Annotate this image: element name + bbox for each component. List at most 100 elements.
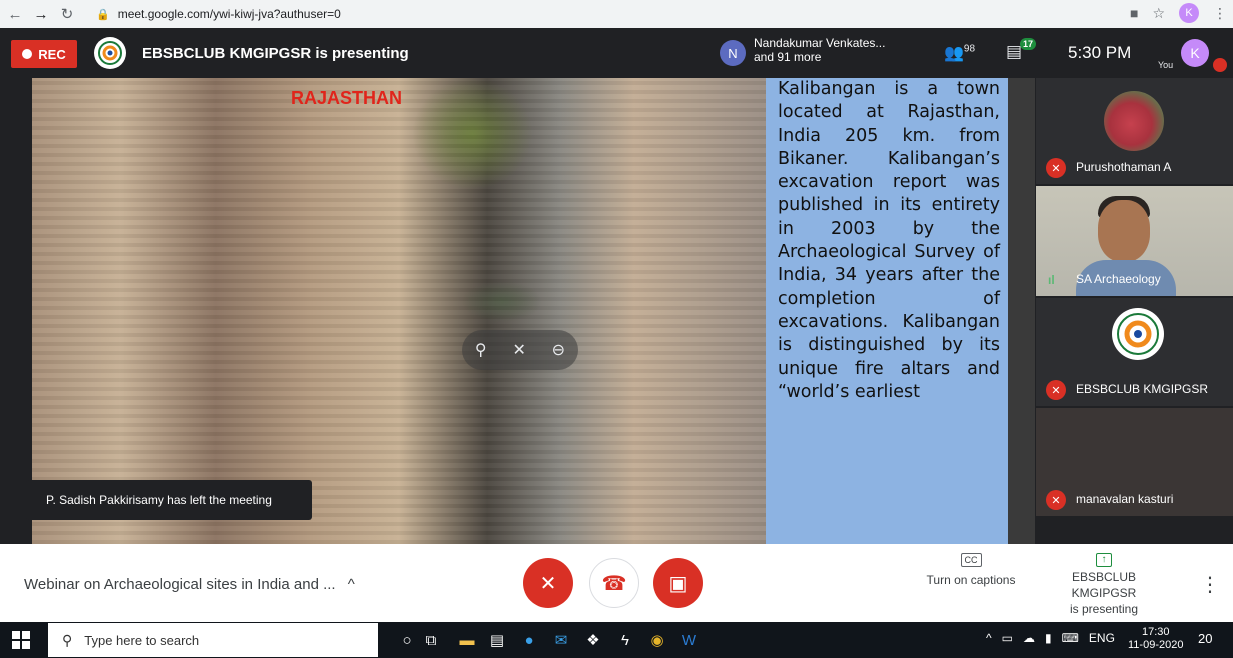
mic-off-icon: ✕ — [539, 572, 557, 595]
mic-off-icon: ✕ — [1046, 490, 1066, 510]
taskbar-date: 11-09-2020 — [1128, 639, 1184, 651]
meet-bottom-bar: Webinar on Archaeological sites in India… — [0, 544, 1233, 622]
present-icon: ↑ — [1096, 553, 1112, 567]
network-icon[interactable]: ▭ — [1002, 631, 1013, 645]
camera-in-use-icon[interactable]: ■ — [1130, 5, 1138, 21]
taskbar-clock[interactable]: 17:30 11-09-2020 — [1128, 626, 1183, 652]
edge-icon[interactable]: ● — [518, 630, 540, 650]
club-emblem-icon — [98, 41, 122, 65]
meet-top-bar: REC EBSBCLUB KMGIPGSR is presenting N Na… — [0, 28, 1233, 78]
presentation-stage: RAJASTHAN Kalibangan is a town located a… — [32, 78, 1035, 544]
mic-off-icon: ✕ — [1046, 158, 1066, 178]
reload-icon[interactable]: ↻ — [56, 3, 78, 25]
camera-toggle-button[interactable]: ▣ — [653, 558, 703, 608]
captions-label: Turn on captions — [926, 573, 1016, 587]
mic-off-icon: ✕ — [1046, 380, 1066, 400]
onedrive-icon[interactable]: ☁ — [1023, 631, 1035, 645]
photo-caption: RAJASTHAN — [291, 88, 403, 108]
excavation-photo — [32, 78, 766, 544]
windows-start-icon[interactable] — [12, 631, 30, 649]
chrome-icon[interactable]: ◉ — [646, 630, 668, 650]
app-icon[interactable]: ϟ — [614, 630, 636, 650]
record-dot-icon — [22, 49, 33, 59]
camera-off-icon: ▣ — [668, 572, 688, 595]
search-icon: ⚲ — [62, 631, 73, 648]
chat-badge: 17 — [1020, 38, 1037, 50]
file-explorer-icon[interactable]: ▬ — [456, 630, 478, 650]
system-tray: ^ ▭ ☁ ▮ ⌨ ENG — [986, 631, 1115, 645]
presentation-hover-controls: ⚲ ✕ ⊖ — [462, 330, 578, 370]
notification-count: 20 — [1198, 631, 1213, 646]
taskbar-search[interactable]: ⚲ Type here to search — [48, 623, 378, 657]
mute-presentation-icon[interactable]: ✕ — [512, 340, 525, 360]
self-label: You — [1158, 60, 1174, 70]
participants-summary-line2: and 91 more — [754, 50, 822, 64]
self-avatar[interactable]: K — [1181, 39, 1209, 67]
participant-video-face — [1098, 200, 1150, 262]
meeting-details-button[interactable]: Webinar on Archaeological sites in India… — [24, 576, 355, 593]
chevron-up-icon[interactable]: ^ — [986, 631, 992, 645]
notification-toast: P. Sadish Pakkirisamy has left the meeti… — [26, 480, 312, 520]
people-button[interactable]: 👥98 — [944, 43, 975, 63]
remove-icon[interactable]: ⊖ — [552, 340, 565, 360]
participant-name: Purushothaman A — [1076, 160, 1172, 174]
recording-label: REC — [38, 46, 66, 62]
task-view-icon[interactable]: ⧉ — [420, 630, 442, 650]
participant-avatar-image — [1104, 91, 1164, 151]
browser-profile-avatar[interactable]: K — [1179, 3, 1199, 23]
captions-button[interactable]: CC Turn on captions — [916, 552, 1026, 587]
mail-icon[interactable]: ✉ — [550, 630, 572, 650]
slide-paragraph: Kalibangan is a town located at Rajastha… — [778, 79, 1000, 402]
presenting-line1: EBSBCLUB KMGIPGSR — [1071, 570, 1137, 600]
people-icon: 👥 — [944, 45, 964, 62]
presenting-line2: is presenting — [1069, 602, 1139, 616]
chat-button[interactable]: ▤ 17 — [1006, 38, 1037, 62]
club-emblem-icon — [1117, 313, 1159, 355]
phone-hangup-icon: ☎ — [601, 572, 627, 595]
browser-chrome: ← → ↻ 🔒 meet.google.com/ywi-kiwj-jva?aut… — [0, 0, 1233, 28]
present-now-button[interactable]: ↑ EBSBCLUB KMGIPGSR is presenting — [1043, 550, 1165, 617]
participant-name: EBSBCLUB KMGIPGSR — [1076, 382, 1209, 396]
language-indicator[interactable]: ENG — [1089, 631, 1115, 645]
cortana-icon[interactable]: ○ — [396, 630, 418, 650]
word-icon[interactable]: W — [678, 630, 700, 650]
dropbox-icon[interactable]: ❖ — [582, 630, 604, 650]
people-count: 98 — [963, 43, 976, 55]
address-bar[interactable]: 🔒 meet.google.com/ywi-kiwj-jva?authuser=… — [96, 3, 1056, 25]
participant-name: SA Archaeology — [1076, 272, 1161, 286]
participant-tile[interactable]: ✕ EBSBCLUB KMGIPGSR — [1036, 298, 1233, 406]
battery-icon[interactable]: ▮ — [1045, 631, 1052, 645]
chevron-up-icon: ^ — [347, 576, 355, 593]
participant-avatar[interactable]: N — [720, 40, 746, 66]
leave-call-button[interactable]: ☎ — [589, 558, 639, 608]
mic-off-icon — [1213, 58, 1227, 72]
more-options-icon[interactable]: ⋮ — [1200, 572, 1220, 597]
captions-icon: CC — [960, 553, 982, 567]
meeting-title: Webinar on Archaeological sites in India… — [24, 576, 336, 593]
pin-icon[interactable]: ⚲ — [475, 340, 487, 360]
participants-summary[interactable]: Nandakumar Venkates... and 91 more — [754, 36, 934, 64]
back-icon[interactable]: ← — [4, 3, 26, 25]
presenter-logo — [94, 37, 126, 69]
participants-summary-line1: Nandakumar Venkates... — [754, 36, 886, 50]
presenting-title: EBSBCLUB KMGIPGSR is presenting — [142, 45, 409, 62]
store-icon[interactable]: ▤ — [486, 630, 508, 650]
forward-icon[interactable]: → — [30, 3, 52, 25]
lock-icon: 🔒 — [96, 8, 110, 21]
bookmark-star-icon[interactable]: ☆ — [1152, 5, 1165, 22]
browser-menu-icon[interactable]: ⋮ — [1213, 5, 1227, 22]
recording-badge[interactable]: REC — [11, 40, 77, 68]
url-text: meet.google.com/ywi-kiwj-jva?authuser=0 — [117, 7, 341, 21]
participant-tile[interactable]: ✕ Purushothaman A — [1036, 78, 1233, 184]
taskbar-time: 17:30 — [1141, 626, 1170, 638]
participant-tile[interactable]: ✕ manavalan kasturi — [1036, 408, 1233, 516]
windows-taskbar: ⚲ Type here to search ○ ⧉ ▬ ▤ ● ✉ ❖ ϟ ◉ … — [0, 622, 1233, 658]
participant-tile[interactable]: ıl SA Archaeology — [1036, 186, 1233, 296]
speaking-indicator-icon: ıl — [1048, 273, 1055, 287]
meeting-clock: 5:30 PM — [1068, 43, 1132, 62]
search-placeholder: Type here to search — [84, 632, 200, 648]
microphone-toggle-button[interactable]: ✕ — [523, 558, 573, 608]
notification-center-icon[interactable]: 20 — [1198, 631, 1212, 646]
keyboard-icon[interactable]: ⌨ — [1062, 631, 1079, 645]
slide-text-panel: Kalibangan is a town located at Rajastha… — [766, 78, 1008, 544]
